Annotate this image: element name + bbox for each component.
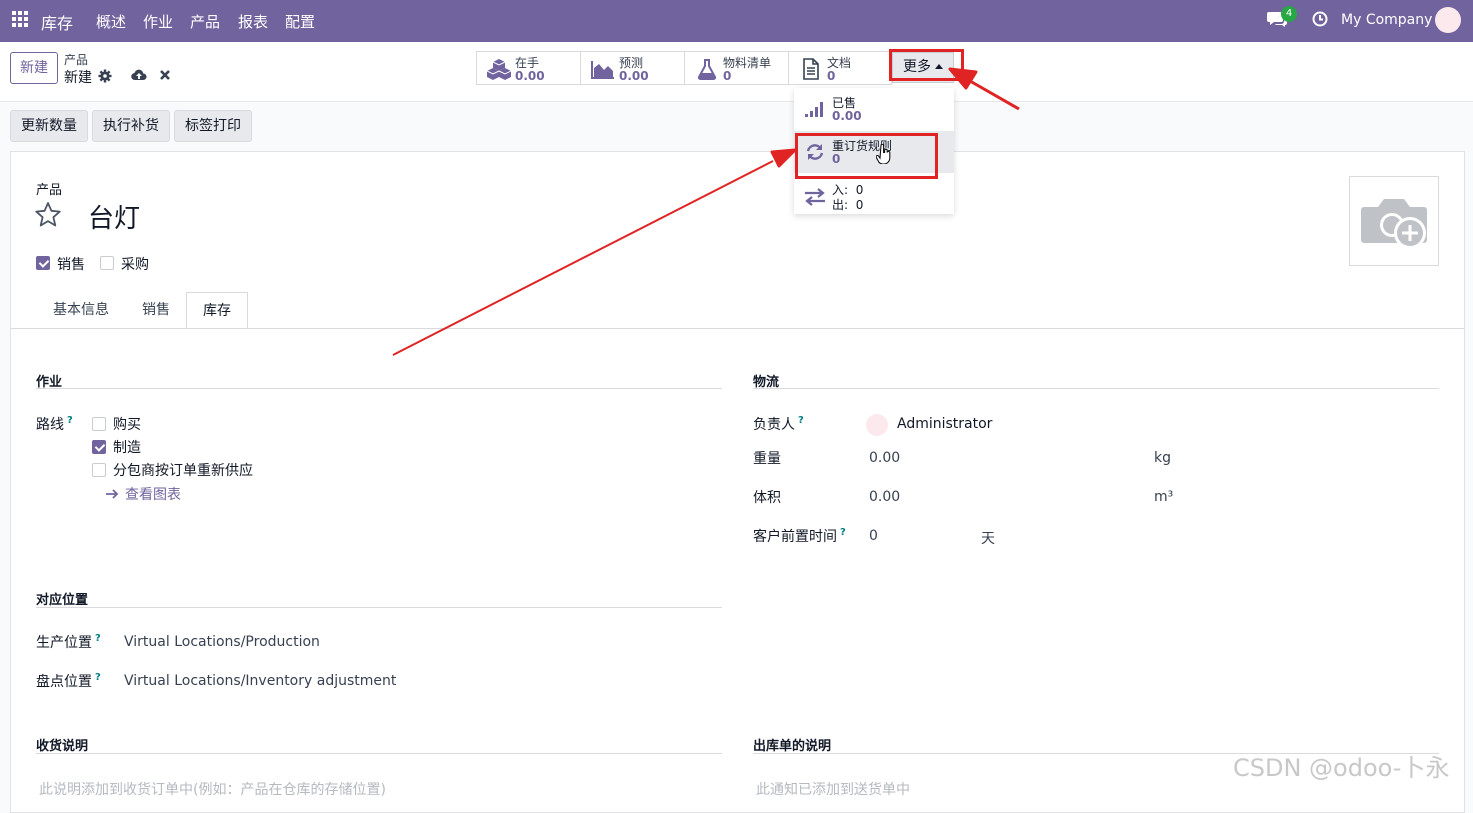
tab-inventory[interactable]: 库存 — [186, 292, 248, 329]
control-panel: 新建 产品 新建 在手 0.00 预测 0.00 物料清单 0 文档 0 更多 — [0, 42, 1473, 102]
can-be-purchased-checkbox[interactable] — [100, 256, 114, 270]
product-kind-label: 产品 — [36, 183, 63, 198]
lead-time-unit: 天 — [981, 531, 995, 547]
locations-section-title: 对应位置 — [36, 593, 89, 608]
star-icon[interactable] — [34, 201, 62, 228]
customer-lead-time-label: 客户前置时间? — [753, 527, 846, 545]
smart-button-bom[interactable]: 物料清单 0 — [684, 51, 789, 85]
weight-unit: kg — [1154, 450, 1171, 466]
discard-icon[interactable] — [158, 68, 172, 82]
smart-button-forecast[interactable]: 预测 0.00 — [580, 51, 685, 85]
form-sheet: 产品 台灯 销售 采购 基本信息 销售 库存 作业 路线? 购买 制造 分包商按… — [10, 151, 1465, 813]
help-tooltip[interactable]: ? — [95, 633, 101, 644]
delivery-notes-title: 出库单的说明 — [753, 739, 832, 754]
responsible-label: 负责人? — [753, 415, 804, 433]
update-quantity-button[interactable]: 更新数量 — [10, 110, 88, 142]
annotation-box-reorder — [795, 133, 938, 179]
arrow-right-icon — [106, 489, 119, 499]
gear-icon[interactable] — [98, 69, 112, 83]
responsible-value[interactable]: Administrator — [897, 416, 992, 432]
smart-button-documents[interactable]: 文档 0 — [788, 51, 892, 85]
replenish-button[interactable]: 执行补货 — [92, 110, 170, 142]
weight-input[interactable]: 0.00 — [869, 450, 900, 466]
camera-plus-icon — [1361, 199, 1427, 249]
activity-clock-icon[interactable] — [1312, 11, 1328, 27]
section-divider — [36, 607, 722, 608]
exchange-icon — [805, 188, 825, 206]
customer-lead-time-input[interactable]: 0 — [869, 528, 878, 544]
delivery-notes-input[interactable]: 此通知已添加到送货单中 — [756, 779, 910, 799]
area-chart-icon — [591, 61, 614, 79]
user-avatar[interactable] — [1435, 7, 1461, 33]
production-location-value[interactable]: Virtual Locations/Production — [124, 634, 320, 650]
new-button[interactable]: 新建 — [10, 52, 58, 84]
production-location-label: 生产位置? — [36, 633, 101, 651]
can-be-sold-checkbox[interactable] — [36, 256, 50, 270]
tab-divider — [11, 328, 1464, 329]
out-moves: 出: 0 — [832, 198, 864, 212]
help-tooltip[interactable]: ? — [798, 415, 804, 426]
volume-unit: m³ — [1154, 489, 1174, 505]
tab-general-info[interactable]: 基本信息 — [53, 292, 109, 329]
product-image-placeholder[interactable] — [1349, 176, 1439, 266]
route-manufacture-label: 制造 — [113, 440, 141, 456]
dropdown-value: 0.00 — [832, 109, 862, 123]
dropdown-item-in-out[interactable]: 入: 0 出: 0 — [794, 174, 954, 216]
cloud-upload-icon[interactable] — [131, 68, 147, 82]
messages-badge: 4 — [1281, 6, 1297, 22]
receipt-notes-title: 收货说明 — [36, 739, 89, 754]
route-buy-checkbox[interactable] — [92, 417, 106, 431]
route-manufacture-checkbox[interactable] — [92, 440, 106, 454]
smart-button-on-hand[interactable]: 在手 0.00 — [476, 51, 581, 85]
hand-pointer-icon — [876, 144, 891, 164]
section-divider — [36, 388, 722, 389]
cubes-icon — [487, 59, 511, 80]
can-be-sold-label: 销售 — [57, 257, 85, 273]
volume-label: 体积 — [753, 490, 781, 506]
menu-configuration[interactable]: 配置 — [285, 11, 315, 32]
can-be-purchased-label: 采购 — [121, 257, 149, 273]
help-tooltip[interactable]: ? — [95, 672, 101, 683]
signal-icon — [805, 102, 823, 117]
routes-label: 路线? — [36, 415, 73, 433]
inventory-location-value[interactable]: Virtual Locations/Inventory adjustment — [124, 673, 396, 689]
dropdown-item-sold[interactable]: 已售 0.00 — [794, 88, 954, 130]
view-diagram-link[interactable]: 查看图表 — [106, 484, 181, 504]
receipt-notes-input[interactable]: 此说明添加到收货订单中(例如：产品在仓库的存储位置) — [39, 779, 386, 799]
smart-value: 0.00 — [515, 69, 545, 83]
smart-value: 0.00 — [619, 69, 649, 83]
smart-value: 0 — [723, 69, 732, 83]
menu-overview[interactable]: 概述 — [96, 11, 126, 32]
breadcrumb-parent[interactable]: 产品 — [64, 51, 88, 68]
company-switcher[interactable]: My Company — [1341, 12, 1432, 28]
menu-reporting[interactable]: 报表 — [238, 11, 268, 32]
file-icon — [803, 58, 819, 80]
flask-icon — [697, 59, 717, 80]
inventory-location-label: 盘点位置? — [36, 672, 101, 690]
volume-input[interactable]: 0.00 — [869, 489, 900, 505]
watermark-text: CSDN @odoo-卜永 — [1233, 754, 1450, 782]
route-subcontract-checkbox[interactable] — [92, 463, 106, 477]
weight-label: 重量 — [753, 451, 781, 467]
help-tooltip[interactable]: ? — [67, 415, 73, 426]
menu-operations[interactable]: 作业 — [143, 11, 173, 32]
top-navbar: 库存 概述 作业 产品 报表 配置 4 My Company — [0, 0, 1473, 42]
route-buy-label: 购买 — [113, 417, 141, 433]
apps-grid-icon[interactable] — [12, 11, 30, 29]
responsible-avatar — [866, 414, 888, 436]
help-tooltip[interactable]: ? — [840, 527, 846, 538]
app-brand[interactable]: 库存 — [41, 10, 73, 34]
section-divider — [753, 388, 1439, 389]
print-labels-button[interactable]: 标签打印 — [174, 110, 252, 142]
menu-products[interactable]: 产品 — [190, 11, 220, 32]
tab-sales[interactable]: 销售 — [142, 292, 170, 329]
annotation-box-more — [889, 49, 964, 81]
breadcrumb-current: 新建 — [64, 70, 92, 86]
route-subcontract-label: 分包商按订单重新供应 — [113, 463, 253, 479]
section-divider — [36, 753, 722, 754]
smart-value: 0 — [827, 69, 836, 83]
product-name[interactable]: 台灯 — [88, 198, 140, 235]
